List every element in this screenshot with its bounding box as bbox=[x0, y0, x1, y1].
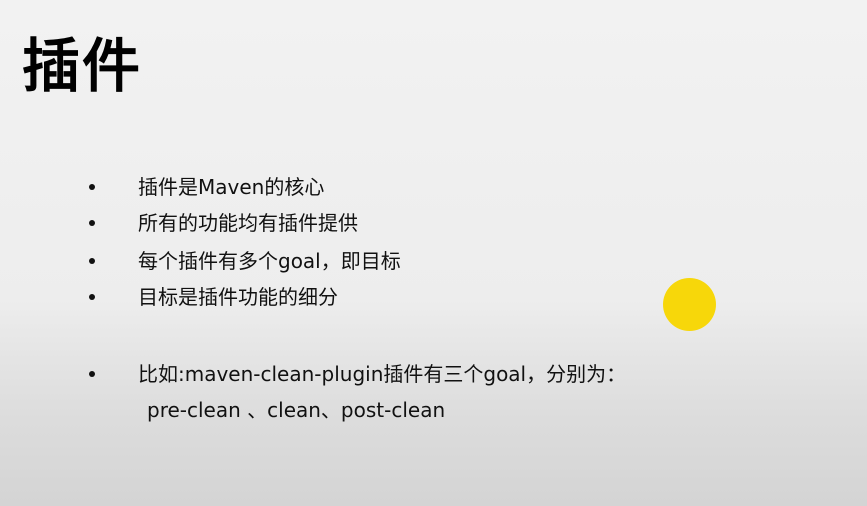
cursor-highlight-icon bbox=[663, 278, 716, 331]
bullet-text: 插件是Maven的核心 bbox=[138, 175, 325, 199]
bullet-dot-icon bbox=[89, 184, 95, 190]
bullet-dot-icon bbox=[89, 258, 95, 264]
bullet-dot-icon bbox=[89, 220, 95, 226]
bullet-text: 目标是插件功能的细分 bbox=[138, 285, 338, 309]
slide-title: 插件 bbox=[22, 32, 143, 100]
bullet-continuation: pre-clean 、clean、post-clean bbox=[147, 398, 446, 422]
bullet-text: 比如:maven-clean-plugin插件有三个goal，分别为： bbox=[138, 362, 627, 386]
bullet-dot-icon bbox=[89, 294, 95, 300]
bullet-text: 所有的功能均有插件提供 bbox=[138, 211, 358, 235]
slide: 插件 插件是Maven的核心 所有的功能均有插件提供 每个插件有多个goal，即… bbox=[0, 0, 867, 506]
bullet-dot-icon bbox=[89, 371, 95, 377]
bullet-text: 每个插件有多个goal，即目标 bbox=[138, 249, 401, 273]
